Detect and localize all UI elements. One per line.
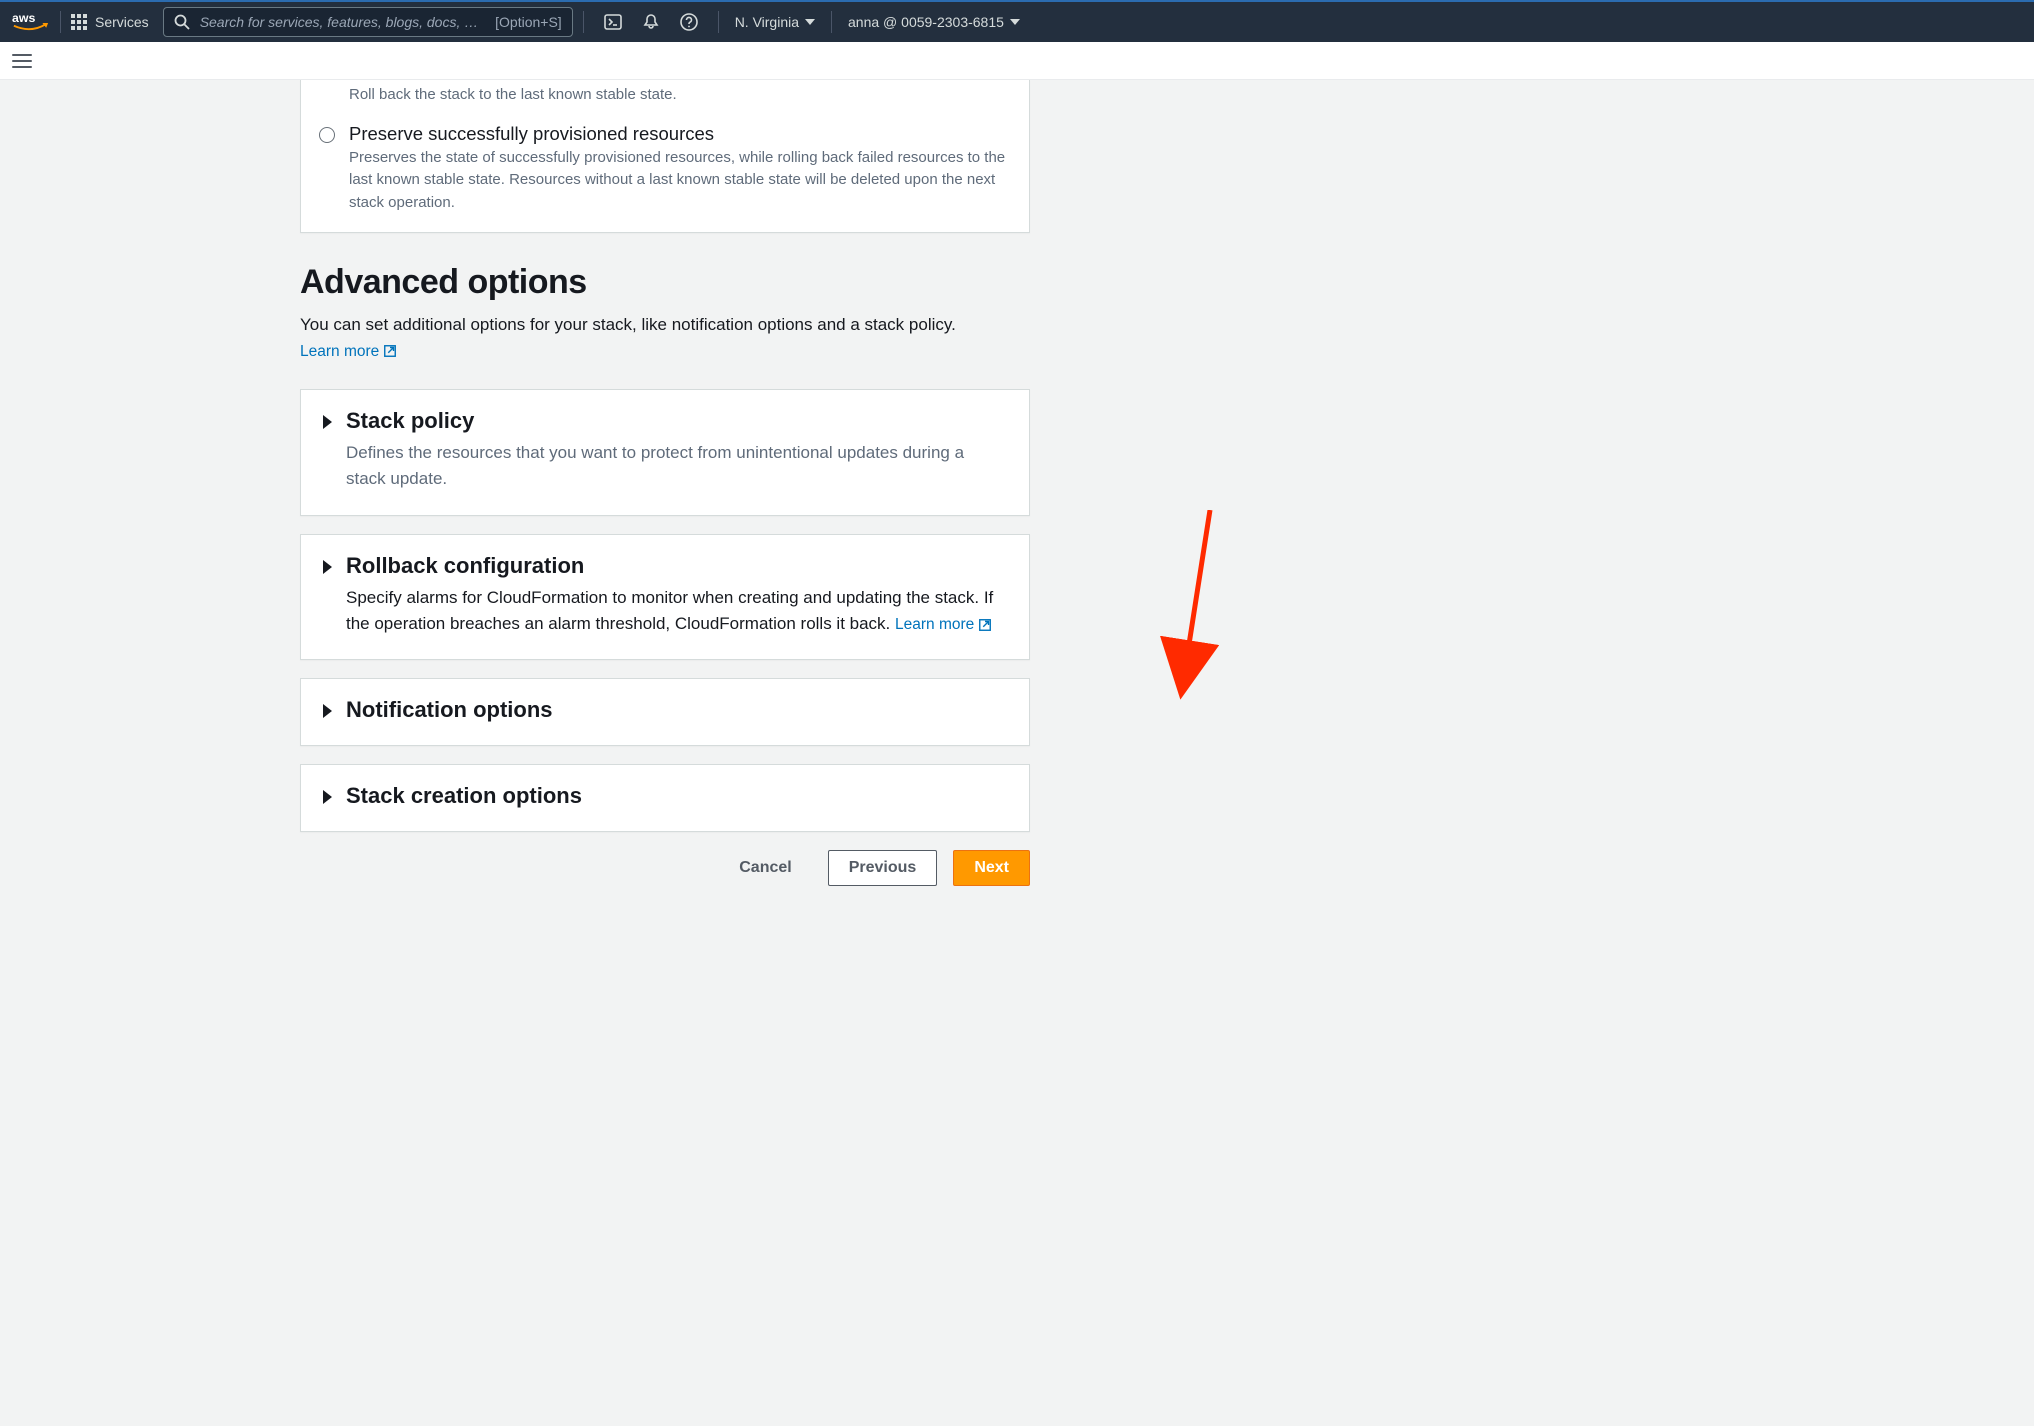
stack-failure-card: Roll back the stack to the last known st… bbox=[300, 80, 1030, 233]
services-label: Services bbox=[95, 14, 149, 30]
advanced-options-desc: You can set additional options for your … bbox=[300, 312, 1030, 363]
stack-policy-toggle[interactable]: Stack policy bbox=[323, 408, 1007, 434]
search-kbd: [Option+S] bbox=[495, 14, 562, 30]
rollback-config-desc: Specify alarms for CloudFormation to mon… bbox=[346, 585, 1007, 638]
search-box[interactable]: Search for services, features, blogs, do… bbox=[163, 7, 573, 37]
caret-down-icon bbox=[805, 19, 815, 25]
cancel-button[interactable]: Cancel bbox=[719, 851, 811, 885]
sub-nav bbox=[0, 42, 2034, 80]
svg-text:aws: aws bbox=[12, 11, 35, 25]
rollback-config-title: Rollback configuration bbox=[346, 553, 584, 579]
advanced-options-heading: Advanced options bbox=[300, 263, 1030, 302]
notifications-button[interactable] bbox=[636, 7, 666, 37]
region-label: N. Virginia bbox=[735, 14, 799, 30]
notification-options-toggle[interactable]: Notification options bbox=[323, 697, 1007, 723]
stack-creation-options-toggle[interactable]: Stack creation options bbox=[323, 783, 1007, 809]
external-link-icon bbox=[383, 344, 397, 358]
wizard-footer: Cancel Previous Next bbox=[300, 850, 1030, 886]
stack-policy-title: Stack policy bbox=[346, 408, 474, 434]
notification-options-panel: Notification options bbox=[300, 678, 1030, 746]
notification-options-title: Notification options bbox=[346, 697, 553, 723]
red-arrow-annotation bbox=[1150, 510, 1250, 760]
rollback-desc: Roll back the stack to the last known st… bbox=[349, 84, 1011, 107]
preserve-title: Preserve successfully provisioned resour… bbox=[349, 123, 1011, 145]
top-nav: aws Services Search for services, featur… bbox=[0, 0, 2034, 42]
cloudshell-button[interactable] bbox=[598, 7, 628, 37]
page-content: Roll back the stack to the last known st… bbox=[40, 80, 1030, 916]
chevron-right-icon bbox=[323, 704, 332, 718]
account-label: anna @ 0059-2303-6815 bbox=[848, 14, 1004, 30]
separator bbox=[60, 11, 61, 33]
next-button[interactable]: Next bbox=[953, 850, 1030, 886]
rollback-config-panel: Rollback configuration Specify alarms fo… bbox=[300, 534, 1030, 661]
radio-preserve[interactable] bbox=[319, 127, 335, 143]
chevron-right-icon bbox=[323, 560, 332, 574]
grid-icon bbox=[71, 14, 87, 30]
help-icon bbox=[679, 12, 699, 32]
chevron-right-icon bbox=[323, 415, 332, 429]
search-placeholder: Search for services, features, blogs, do… bbox=[200, 14, 485, 30]
rollback-option-row: Roll back the stack to the last known st… bbox=[319, 80, 1011, 107]
rollback-learn-more-link[interactable]: Learn more bbox=[895, 613, 992, 637]
previous-button[interactable]: Previous bbox=[828, 850, 938, 886]
bell-icon bbox=[641, 12, 661, 32]
stack-creation-options-title: Stack creation options bbox=[346, 783, 582, 809]
region-selector[interactable]: N. Virginia bbox=[729, 14, 821, 30]
stack-policy-desc: Defines the resources that you want to p… bbox=[346, 440, 1007, 493]
separator bbox=[583, 11, 584, 33]
caret-down-icon bbox=[1010, 19, 1020, 25]
preserve-option-row[interactable]: Preserve successfully provisioned resour… bbox=[319, 119, 1011, 215]
stack-policy-panel: Stack policy Defines the resources that … bbox=[300, 389, 1030, 516]
rollback-config-toggle[interactable]: Rollback configuration bbox=[323, 553, 1007, 579]
cloudshell-icon bbox=[603, 12, 623, 32]
external-link-icon bbox=[978, 618, 992, 632]
help-button[interactable] bbox=[674, 7, 704, 37]
advanced-learn-more-link[interactable]: Learn more bbox=[300, 340, 397, 363]
chevron-right-icon bbox=[323, 790, 332, 804]
hamburger-menu[interactable] bbox=[12, 54, 32, 68]
search-icon bbox=[174, 14, 190, 30]
account-menu[interactable]: anna @ 0059-2303-6815 bbox=[842, 14, 1026, 30]
preserve-desc: Preserves the state of successfully prov… bbox=[349, 147, 1011, 215]
separator bbox=[718, 11, 719, 33]
services-menu[interactable]: Services bbox=[71, 14, 149, 30]
aws-logo[interactable]: aws bbox=[12, 10, 50, 34]
stack-creation-options-panel: Stack creation options bbox=[300, 764, 1030, 832]
separator bbox=[831, 11, 832, 33]
